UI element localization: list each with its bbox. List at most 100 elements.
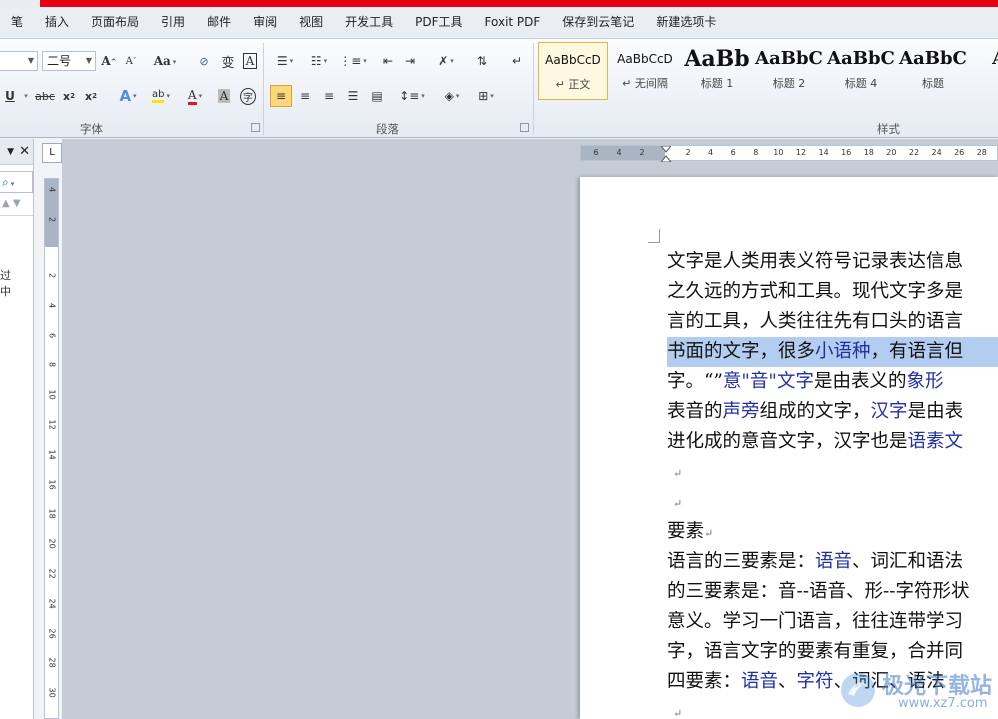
underline-button[interactable]: U (2, 85, 18, 107)
bullets-button[interactable]: ☰ ▾ (270, 50, 300, 72)
char-border-button[interactable]: A (240, 50, 260, 72)
menu-tab[interactable]: Foxit PDF (474, 8, 552, 38)
highlight-color-button[interactable]: ab ▾ (146, 85, 176, 107)
shading-button[interactable]: ◈ ▾ (438, 85, 466, 107)
menu-tab[interactable]: 保存到云笔记 (551, 8, 645, 38)
char-shading-button[interactable]: A (214, 85, 234, 107)
menu-tab[interactable]: 引用 (150, 8, 196, 38)
heading-text: 要素 (667, 521, 705, 542)
font-dialog-launcher-icon[interactable] (251, 123, 260, 132)
hyperlink[interactable]: 小语种 (815, 341, 871, 362)
hyperlink[interactable]: 语音 (815, 551, 852, 572)
styles-group-label: 样式 (877, 122, 900, 136)
style-item[interactable]: AaBbC 标题 4 (826, 42, 896, 100)
hyperlink[interactable]: 象形 (906, 371, 943, 392)
align-right-button[interactable]: ≡ (318, 85, 340, 107)
paragraph-dialog-launcher-icon[interactable] (520, 123, 529, 132)
underline-dropdown[interactable]: ▾ (20, 85, 30, 107)
menu-tab[interactable]: PDF工具 (404, 8, 473, 38)
indent-marker-icon[interactable] (661, 146, 671, 162)
text-effects-button[interactable]: A ▾ (114, 85, 142, 107)
distributed-button[interactable]: ▤ (366, 85, 388, 107)
text-run: 四要素： (667, 671, 742, 692)
vertical-ruler[interactable]: 4 2 2 4 6 8 10 12 14 16 18 20 22 24 26 28 30 (44, 178, 59, 719)
menu-tab[interactable]: 插入 (34, 8, 80, 38)
style-item[interactable]: AaBbC 标题 2 (754, 42, 824, 100)
style-name: 标题 2 (772, 77, 806, 90)
text-run: 文字是人类用表义符号记录表达信息 (667, 251, 964, 272)
increase-indent-icon[interactable]: ⇥ (400, 50, 420, 72)
ruler-tick-label: 2 (47, 272, 57, 279)
ruler-tick-label: 4 (47, 186, 57, 193)
font-name-combo[interactable]: ▼ (0, 51, 38, 71)
menu-tab[interactable]: 邮件 (196, 8, 242, 38)
hyperlink[interactable]: 字符 (797, 671, 834, 692)
ruler-tick-label: 16 (841, 148, 852, 157)
menu-tab[interactable]: 页面布局 (80, 8, 150, 38)
clear-format-icon[interactable]: ⊘ (194, 50, 214, 72)
title-bar-accent (40, 0, 998, 7)
hyperlink[interactable]: 意"音"文字 (723, 371, 814, 392)
menu-tab[interactable]: 审阅 (242, 8, 288, 38)
style-item[interactable]: AaBbC 标题 (898, 42, 968, 100)
chevron-up-icon[interactable]: ▲ (2, 198, 10, 209)
nav-result-text: 过 (0, 269, 11, 282)
title-bar (0, 0, 998, 8)
decrease-indent-icon[interactable]: ⇤ (378, 50, 398, 72)
style-item[interactable]: AaBbCcD ↵ 无间隔 (610, 42, 680, 100)
numbering-button[interactable]: ☷ ▾ (304, 50, 334, 72)
hyperlink[interactable]: 语素文 (908, 431, 964, 452)
ruler-tick-label: 14 (47, 449, 57, 460)
multilevel-list-button[interactable]: ⋮≡ ▾ (338, 50, 368, 72)
hyperlink[interactable]: 声旁 (723, 401, 760, 422)
strikethrough-button[interactable]: abc (34, 85, 56, 107)
watermark: 极光下载站 www.xz7.com (838, 668, 998, 714)
chevron-down-icon[interactable]: ▼ (13, 198, 21, 209)
hyperlink[interactable]: 汉字 (871, 401, 908, 422)
line-spacing-button[interactable]: ↕≡ ▾ (398, 85, 426, 107)
text-run: 的三要素是：音--语音、形--字符形状 (667, 581, 970, 602)
style-item[interactable]: Aa副 (970, 42, 998, 100)
justify-button[interactable]: ☰ (342, 85, 364, 107)
close-icon[interactable]: ✕ (19, 144, 30, 159)
phonetic-guide-icon[interactable]: 变 (218, 50, 238, 72)
text-run: 言的工具，人类往往先有口头的语言 (667, 311, 964, 332)
chinese-layout-button[interactable]: ✗ ▾ (432, 50, 460, 72)
grow-font-button[interactable]: A ^ (100, 50, 118, 72)
horizontal-ruler[interactable]: 6 4 2 2 4 6 8 10 12 14 16 18 20 22 24 26 28 (580, 145, 998, 162)
align-center-button[interactable]: ≡ (294, 85, 316, 107)
superscript-button[interactable]: x2 (82, 85, 100, 107)
ruler-tick-label: 2 (47, 216, 57, 223)
ruler-tick-label: 6 (47, 332, 57, 338)
menu-tab[interactable]: 新建选项卡 (645, 8, 727, 38)
group-divider (263, 43, 264, 135)
subscript-button[interactable]: x2 (60, 85, 78, 107)
enclose-char-button[interactable]: 字 (238, 85, 258, 107)
paragraph-mark-icon: ↵ (673, 467, 683, 480)
shrink-font-button[interactable]: Aˇ (122, 50, 140, 72)
align-left-button[interactable]: ≡ (270, 85, 292, 107)
watermark-url: www.xz7.com (898, 696, 988, 711)
font-color-button[interactable]: A ▾ (180, 85, 210, 107)
tab-selector-button[interactable]: L (42, 143, 62, 163)
style-name: 标题 4 (844, 77, 878, 90)
style-item[interactable]: AaBbCcD ↵ 正文 (538, 42, 608, 100)
menu-tab[interactable]: 视图 (288, 8, 334, 38)
show-marks-icon[interactable]: ↵ (508, 50, 526, 72)
nav-search-input[interactable]: ⌕ ▾ (0, 171, 33, 193)
change-case-button[interactable]: Aa ▾ (152, 50, 178, 72)
menu-tab[interactable]: 开发工具 (334, 8, 404, 38)
search-icon: ⌕ (2, 175, 9, 189)
document-page[interactable]: 文字是人类用表义符号记录表达信息 之久远的方式和工具。现代文字多是 言的工具，人类往… (580, 177, 998, 719)
style-item[interactable]: AaBb 标题 1 (682, 42, 752, 100)
borders-button[interactable]: ⊞ ▾ (472, 85, 500, 107)
sort-icon[interactable]: ⇅ (472, 50, 492, 72)
document-text[interactable]: 文字是人类用表义符号记录表达信息 之久远的方式和工具。现代文字多是 言的工具，人类往… (667, 247, 998, 719)
hyperlink[interactable]: 语音 (741, 671, 778, 692)
font-size-combo[interactable]: 二号 ▼ (42, 51, 96, 71)
text-run: 进化成的意音文字，汉字也是 (667, 431, 908, 452)
text-run: ，有语言但 (870, 341, 964, 362)
chevron-down-icon[interactable]: ▼ (7, 147, 14, 157)
watermark-logo-icon (841, 673, 875, 707)
menu-tab[interactable]: 笔 (0, 8, 34, 38)
